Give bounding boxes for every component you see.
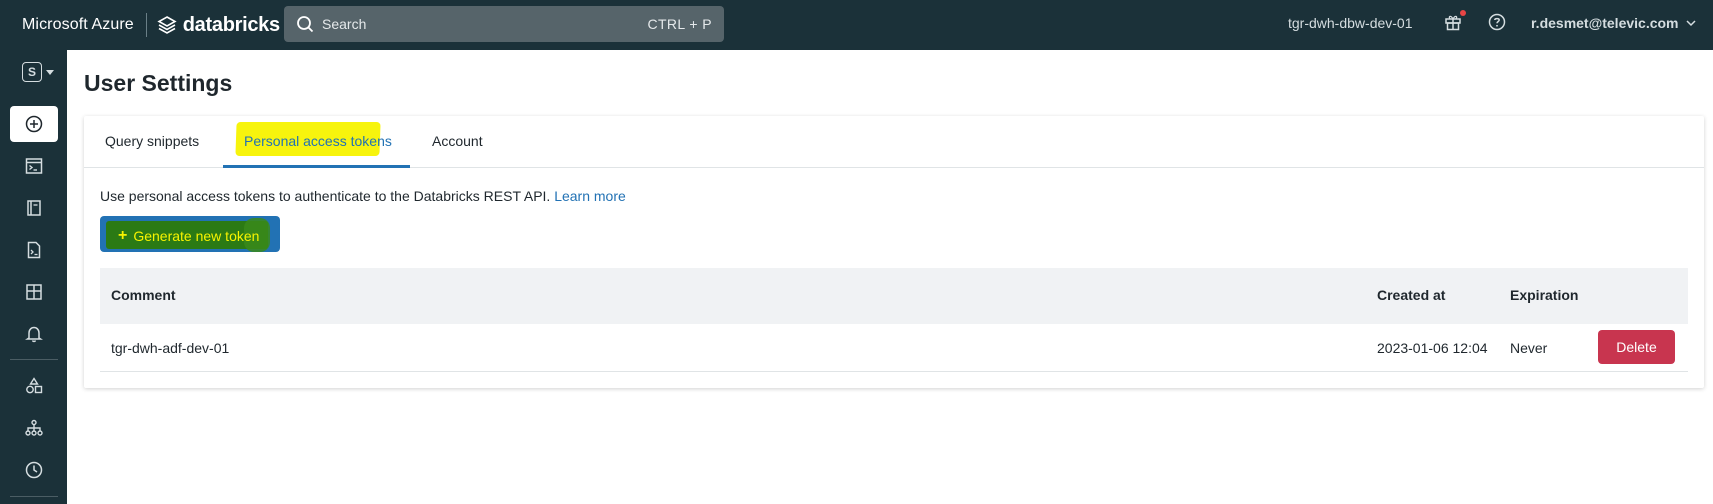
chevron-down-icon: [1685, 20, 1696, 27]
sidebar-item-dashboards[interactable]: [10, 274, 58, 310]
sidebar-divider: [10, 496, 58, 497]
sidebar-item-data[interactable]: [10, 368, 58, 404]
plus-circle-icon: [25, 115, 43, 133]
search-bar[interactable]: Search CTRL + P: [284, 6, 724, 42]
search-shortcut: CTRL + P: [647, 16, 712, 32]
tokens-description: Use personal access tokens to authentica…: [100, 188, 626, 204]
microsoft-azure-logo: Microsoft Azure: [22, 16, 134, 33]
sidebar-divider: [10, 359, 58, 360]
token-created-at: 2023-01-06 12:04: [1377, 340, 1488, 356]
gift-icon[interactable]: [1444, 13, 1462, 31]
generate-new-token-label[interactable]: + Generate new token: [118, 227, 259, 245]
column-header-created-at: Created at: [1377, 287, 1446, 303]
user-menu[interactable]: r.desmet@televic.com: [1531, 15, 1696, 31]
page-title: User Settings: [84, 70, 233, 96]
shapes-icon: [26, 377, 43, 394]
persona-icon: S: [22, 62, 42, 82]
sidebar-item-create[interactable]: [10, 106, 58, 142]
queries-icon: [27, 200, 41, 216]
databricks-icon: [157, 16, 177, 34]
search-icon: [297, 16, 314, 33]
persona-switcher[interactable]: S: [22, 62, 55, 82]
sidebar-item-alerts-file[interactable]: [10, 232, 58, 268]
token-comment: tgr-dwh-adf-dev-01: [111, 340, 230, 356]
settings-card: Query snippets Personal access tokens Ac…: [84, 116, 1704, 388]
column-header-expiration: Expiration: [1510, 287, 1579, 303]
active-tab-indicator: [223, 165, 410, 168]
workflows-icon: [25, 419, 43, 436]
generate-label-text: Generate new token: [133, 228, 260, 244]
databricks-logo: databricks: [157, 14, 280, 37]
sidebar: S: [0, 50, 67, 504]
sidebar-item-history[interactable]: [10, 452, 58, 488]
description-text: Use personal access tokens to authentica…: [100, 188, 551, 204]
search-placeholder: Search: [322, 16, 367, 32]
tab-account[interactable]: Account: [432, 116, 483, 168]
table-header: Comment Created at Expiration: [100, 268, 1688, 324]
sidebar-item-sql-editor[interactable]: [10, 148, 58, 184]
tab-bar: Query snippets Personal access tokens Ac…: [84, 116, 1704, 168]
help-icon[interactable]: [1488, 13, 1506, 31]
delete-token-button[interactable]: Delete: [1598, 330, 1675, 364]
dashboards-icon: [26, 284, 42, 300]
caret-down-icon: [46, 70, 54, 75]
learn-more-link[interactable]: Learn more: [554, 188, 626, 204]
top-bar: Microsoft Azure databricks Search CTRL +…: [0, 0, 1713, 50]
sidebar-item-workflows[interactable]: [10, 410, 58, 446]
workspace-name[interactable]: tgr-dwh-dbw-dev-01: [1288, 15, 1413, 31]
sql-editor-icon: [25, 158, 43, 174]
tab-personal-access-tokens[interactable]: Personal access tokens: [244, 116, 392, 168]
column-header-comment: Comment: [111, 287, 176, 303]
plus-icon: +: [118, 227, 128, 244]
brand[interactable]: Microsoft Azure databricks: [0, 0, 280, 50]
bell-icon: [25, 326, 43, 343]
brand-divider: [145, 13, 147, 37]
tab-query-snippets[interactable]: Query snippets: [105, 116, 199, 168]
databricks-wordmark: databricks: [182, 13, 280, 36]
file-code-icon: [27, 241, 41, 259]
notification-dot: [1460, 10, 1466, 16]
table-row: tgr-dwh-adf-dev-01 2023-01-06 12:04 Neve…: [100, 324, 1688, 372]
user-email: r.desmet@televic.com: [1531, 15, 1679, 31]
sidebar-item-queries[interactable]: [10, 190, 58, 226]
sidebar-item-alerts[interactable]: [10, 316, 58, 352]
token-expiration: Never: [1510, 340, 1548, 356]
clock-icon: [25, 461, 43, 479]
